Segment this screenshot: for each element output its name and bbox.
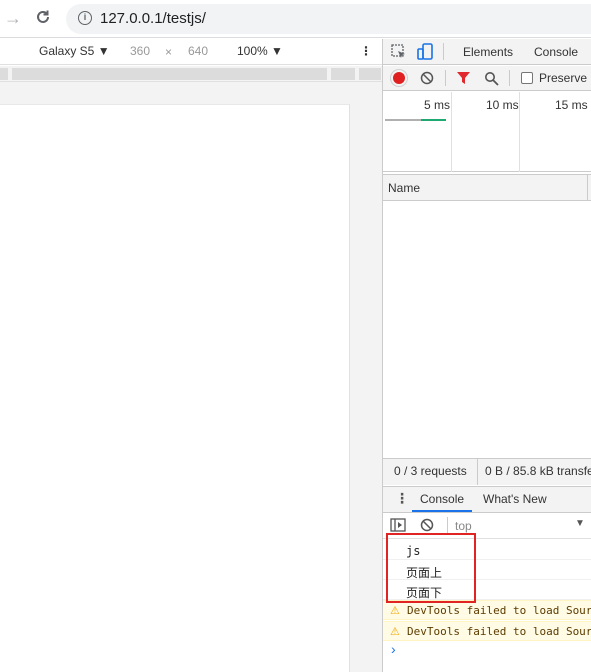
highlight-annotation-box [386, 533, 476, 603]
chevron-down-icon[interactable]: ▼ [575, 518, 585, 529]
clear-icon[interactable] [420, 71, 434, 85]
active-tab-indicator [412, 510, 472, 512]
ruler-segment[interactable] [0, 68, 8, 80]
divider [509, 70, 510, 86]
timeline-label: 5 ms [424, 98, 451, 112]
more-options-icon[interactable]: ⋮ [360, 44, 372, 58]
requests-count: 0 / 3 requests [394, 464, 467, 478]
column-divider [587, 174, 588, 201]
preserve-log-checkbox[interactable] [521, 72, 533, 84]
chevron-down-icon: ▼ [97, 44, 110, 58]
transferred-size: 0 B / 85.8 kB transfe [485, 464, 591, 478]
timeline-gridline [519, 92, 520, 172]
tab-elements[interactable]: Elements [463, 45, 513, 59]
divider [445, 70, 446, 86]
reload-icon[interactable] [34, 8, 52, 26]
console-prompt[interactable]: › [391, 641, 396, 657]
times-sign: × [165, 45, 173, 59]
ruler-segment[interactable] [331, 68, 355, 80]
warning-icon: ⚠ [390, 626, 400, 638]
drawer-tab-whats-new[interactable]: What's New [483, 492, 547, 506]
filter-icon[interactable] [456, 71, 471, 85]
name-column-header[interactable]: Name [388, 181, 420, 195]
zoom-select[interactable]: 100% ▼ [237, 44, 283, 58]
preserve-log-label: Preserve l [539, 71, 591, 85]
console-warning-text: DevTools failed to load Sour [407, 604, 591, 617]
warning-icon: ⚠ [390, 605, 400, 617]
console-warning-text: DevTools failed to load Sour [407, 625, 591, 638]
device-toggle-icon[interactable] [417, 43, 433, 61]
zoom-value: 100% [237, 44, 268, 58]
ruler-segment[interactable] [12, 68, 327, 80]
record-icon[interactable] [393, 72, 405, 84]
ruler-segment[interactable] [359, 68, 381, 80]
height-input[interactable]: 640 [188, 44, 208, 58]
timeline-bar [385, 119, 421, 121]
width-input[interactable]: 360 [130, 44, 150, 58]
divider [443, 43, 444, 60]
chevron-down-icon: ▼ [271, 44, 283, 58]
context-selector[interactable]: top [455, 519, 472, 533]
emulated-page[interactable] [0, 104, 350, 672]
device-select[interactable]: Galaxy S5 ▼ [39, 44, 110, 58]
drawer-tab-console[interactable]: Console [420, 492, 464, 506]
timeline-gridline [451, 92, 452, 172]
timeline-bar [421, 119, 446, 121]
drawer-menu-icon[interactable]: ⋮ [395, 490, 409, 507]
sidebar-toggle-icon[interactable] [390, 518, 406, 532]
clear-console-icon[interactable] [420, 518, 434, 532]
timeline-label: 15 ms [555, 98, 588, 112]
site-info-icon[interactable]: i [78, 11, 92, 25]
inspect-element-icon[interactable] [391, 44, 407, 60]
search-icon[interactable] [484, 71, 499, 86]
timeline-label: 10 ms [486, 98, 519, 112]
tab-console[interactable]: Console [534, 45, 578, 59]
forward-arrow-icon[interactable]: → [4, 8, 22, 29]
divider [477, 459, 478, 485]
url-text[interactable]: 127.0.0.1/testjs/ [100, 10, 206, 27]
device-name: Galaxy S5 [39, 44, 95, 58]
